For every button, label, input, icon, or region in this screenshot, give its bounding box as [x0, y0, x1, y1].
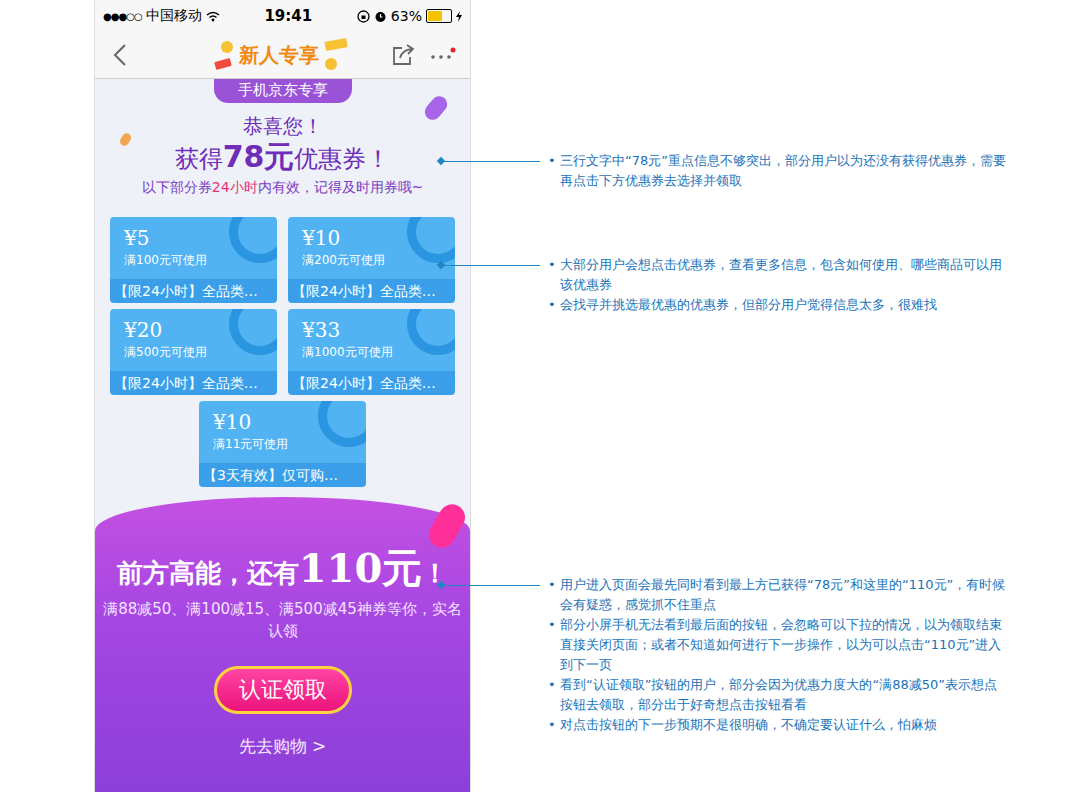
greeting: 恭喜您！: [243, 113, 323, 139]
page-title: 新人专享: [237, 42, 321, 69]
coupon-card[interactable]: ¥33满1000元可使用【限24小时】全品类…: [288, 309, 455, 395]
more-icon[interactable]: [430, 47, 456, 63]
coupon-condition: 满200元可使用: [302, 251, 447, 269]
bonus-headline[interactable]: 前方高能，还有110元！: [117, 543, 449, 598]
annotation-item: •部分小屏手机无法看到最后面的按钮，会忽略可以下拉的情况，以为领取结束直接关闭页…: [548, 615, 1008, 675]
coupon-content: 手机京东专享恭喜您！获得78元优惠券！以下部分券24小时内有效，记得及时用券哦~…: [95, 79, 470, 487]
rotation-lock-icon: [357, 10, 370, 23]
coupon-condition: 满1000元可使用: [302, 343, 447, 361]
coupon-amount: ¥33: [302, 317, 447, 343]
coupon-note: 【限24小时】全品类…: [288, 371, 455, 395]
phone-screen: ●●●○○ 中国移动 19:41 63% 新人专享手机京东专享恭喜您！获得78元优惠券！…: [95, 0, 470, 792]
decoration: [229, 217, 277, 263]
coupon-note: 【3天有效】仅可购…: [199, 463, 366, 487]
coupon-amount: ¥5: [124, 225, 269, 251]
decoration: [407, 309, 455, 355]
annotation: •用户进入页面会最先同时看到最上方已获得“78元”和这里的“110元”，有时候会…: [438, 575, 1008, 735]
channel-tag: 手机京东专享: [214, 79, 352, 103]
annotation: •大部分用户会想点击优惠券，查看更多信息，包含如何使用、哪些商品可以用该优惠券•…: [438, 255, 1008, 315]
coupon-amount: ¥10: [213, 409, 358, 435]
connector-line: [438, 255, 548, 275]
annotation-item: •看到“认证领取”按钮的用户，部分会因为优惠力度大的“满88减50”表示想点按钮…: [548, 675, 1008, 715]
coupon-card[interactable]: ¥5满100元可使用【限24小时】全品类…: [110, 217, 277, 303]
battery-icon: [426, 9, 452, 23]
decoration: [424, 500, 470, 553]
coupon-condition: 满500元可使用: [124, 343, 269, 361]
coupon-card[interactable]: ¥20满500元可使用【限24小时】全品类…: [110, 309, 277, 395]
annotation-item: •大部分用户会想点击优惠券，查看更多信息，包含如何使用、哪些商品可以用该优惠券: [548, 255, 1008, 295]
bonus-section: 前方高能，还有110元！满88减50、满100减15、满500减45神券等你，实…: [95, 497, 470, 792]
decoration: [118, 132, 132, 148]
shop-first-link[interactable]: 先去购物 >: [239, 734, 327, 758]
validity-notice: 以下部分券24小时内有效，记得及时用券哦~: [142, 177, 424, 197]
coupon-amount: ¥10: [302, 225, 447, 251]
annotation: •三行文字中“78元”重点信息不够突出，部分用户以为还没有获得优惠券，需要再点击…: [438, 151, 1008, 191]
connector-line: [438, 151, 548, 171]
decoration: [407, 217, 455, 263]
claim-button[interactable]: 认证领取: [214, 666, 352, 714]
coin-decoration-icon: [321, 38, 351, 72]
decoration: [422, 93, 451, 123]
decoration: [318, 401, 366, 447]
annotation-item: •对点击按钮的下一步预期不是很明确，不确定要认证什么，怕麻烦: [548, 715, 1008, 735]
coupon-amount: ¥20: [124, 317, 269, 343]
battery-percent: 63%: [391, 8, 422, 24]
alarm-icon: [374, 10, 387, 23]
coupon-card[interactable]: ¥10满200元可使用【限24小时】全品类…: [288, 217, 455, 303]
clock: 19:41: [264, 7, 312, 25]
coupon-note: 【限24小时】全品类…: [110, 279, 277, 303]
coupon-condition: 满11元可使用: [213, 435, 358, 453]
coupon-list: ¥5满100元可使用【限24小时】全品类…¥10满200元可使用【限24小时】全…: [110, 217, 455, 487]
annotated-screen: ●●●○○ 中国移动 19:41 63% 新人专享手机京东专享恭喜您！获得78元优惠券！…: [0, 0, 1077, 792]
annotation-item: •会找寻并挑选最优惠的优惠券，但部分用户觉得信息太多，很难找: [548, 295, 1008, 315]
charging-icon: [456, 11, 462, 22]
share-icon[interactable]: [392, 44, 416, 66]
decoration: [229, 309, 277, 355]
back-icon[interactable]: [113, 43, 127, 67]
nav-bar: 新人专享: [95, 32, 470, 79]
coupon-headline: 获得78元优惠券！: [175, 139, 391, 177]
wifi-icon: [206, 11, 220, 22]
coin-decoration-icon: [213, 38, 237, 72]
status-bar: ●●●○○ 中国移动 19:41 63%: [95, 0, 470, 32]
coupon-note: 【限24小时】全品类…: [288, 279, 455, 303]
coupon-card[interactable]: ¥10满11元可使用【3天有效】仅可购…: [199, 401, 366, 487]
connector-line: [438, 575, 548, 595]
coupon-condition: 满100元可使用: [124, 251, 269, 269]
annotation-item: •三行文字中“78元”重点信息不够突出，部分用户以为还没有获得优惠券，需要再点击…: [548, 151, 1008, 191]
annotation-item: •用户进入页面会最先同时看到最上方已获得“78元”和这里的“110元”，有时候会…: [548, 575, 1008, 615]
carrier: 中国移动: [146, 7, 202, 25]
bonus-description: 满88减50、满100减15、满500减45神券等你，实名认领: [95, 598, 470, 642]
signal-strength: ●●●○○: [103, 11, 142, 22]
coupon-note: 【限24小时】全品类…: [110, 371, 277, 395]
